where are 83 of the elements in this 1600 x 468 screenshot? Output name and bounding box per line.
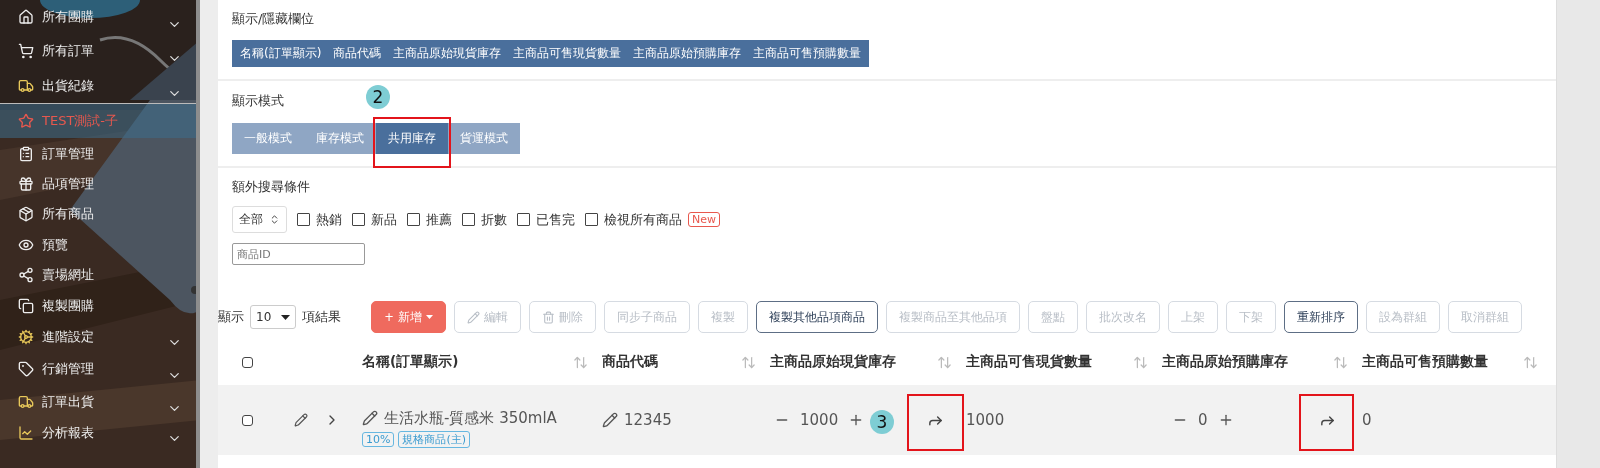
- checkbox-label: 新品: [371, 210, 397, 229]
- menu-icon: [18, 267, 34, 283]
- checkbox[interactable]: [462, 213, 475, 226]
- column-header: 名稱(訂單顯示): [362, 353, 459, 371]
- page-size-select[interactable]: 10: [250, 305, 297, 329]
- caret-icon: [281, 314, 291, 320]
- row-checkbox[interactable]: [241, 414, 253, 426]
- section-title: 額外搜尋條件: [232, 178, 311, 196]
- checkbox[interactable]: [517, 213, 530, 226]
- pencil-icon[interactable]: [294, 413, 308, 427]
- pencil-icon[interactable]: [362, 410, 378, 426]
- section-title: 顯示模式: [232, 92, 284, 110]
- column-header: 主商品可售現貨數量: [966, 353, 1092, 371]
- menu-icon: [18, 9, 34, 25]
- column-toggle[interactable]: 主商品可售現貨數量: [507, 40, 628, 67]
- checkbox-label: 熱銷: [316, 210, 342, 229]
- sidebar-item[interactable]: 行銷管理: [0, 352, 196, 385]
- menu-icon: [18, 43, 34, 59]
- sidebar-item[interactable]: 所有商品: [0, 199, 196, 229]
- product-tag: 10%: [362, 431, 395, 447]
- select-arrows-icon: [269, 214, 280, 225]
- sidebar-item[interactable]: 品項管理: [0, 169, 196, 199]
- product-code: 12345: [624, 411, 672, 429]
- toolbar-button[interactable]: 複製其他品項商品: [755, 301, 878, 333]
- menu-icon: [18, 77, 34, 94]
- menu-icon: [18, 113, 34, 129]
- column-header: 主商品可售預購數量: [1362, 353, 1488, 371]
- checkbox[interactable]: [352, 213, 365, 226]
- toolbar-button[interactable]: + 新增: [371, 301, 446, 333]
- available-stock: 1000: [966, 411, 1005, 429]
- page-size-label: 項結果: [302, 308, 342, 326]
- column-header: 主商品原始現貨庫存: [770, 353, 896, 371]
- checkbox-label: 檢視所有商品: [604, 210, 682, 229]
- menu-icon: [18, 393, 34, 410]
- column-header: 主商品原始預購庫存: [1162, 353, 1288, 371]
- menu-icon: [18, 176, 34, 192]
- column-toggle[interactable]: 名稱(訂單顯示): [234, 40, 328, 67]
- checkbox-label: 推薦: [426, 210, 452, 229]
- sidebar-item[interactable]: 複製團購: [0, 290, 196, 321]
- sidebar-item[interactable]: 所有訂單: [0, 34, 196, 68]
- menu-icon: [18, 297, 34, 314]
- toolbar-button[interactable]: 重新排序: [1283, 301, 1358, 333]
- step-marker: 3: [870, 410, 894, 434]
- checkbox-label: 已售完: [536, 210, 575, 229]
- sidebar-item[interactable]: 分析報表: [0, 418, 196, 448]
- pencil-icon: [466, 310, 480, 324]
- sidebar-item[interactable]: 進階設定: [0, 321, 196, 352]
- section-title: 顯示/隱藏欄位: [232, 10, 316, 28]
- sidebar-item[interactable]: 訂單管理: [0, 138, 196, 169]
- menu-icon: [18, 360, 34, 377]
- checkbox[interactable]: [297, 213, 310, 226]
- product-name: 生活水瓶-質感米 350mlA: [384, 408, 557, 428]
- menu-icon: [18, 145, 34, 162]
- column-header: 商品代碼: [602, 353, 658, 371]
- column-toggle[interactable]: 主商品原始現貨庫存: [387, 40, 508, 67]
- menu-icon: [18, 206, 34, 222]
- mode-tab[interactable]: 共用庫存: [376, 123, 448, 154]
- pencil-icon[interactable]: [602, 412, 618, 428]
- sidebar-item[interactable]: 賣場網址: [0, 260, 196, 290]
- column-toggle[interactable]: 主商品可售預購數量: [747, 40, 868, 67]
- checkbox[interactable]: [407, 213, 420, 226]
- product-tag: 規格商品(主): [398, 430, 471, 448]
- step-marker: 2: [366, 85, 390, 109]
- scope-select[interactable]: 全部: [232, 206, 287, 233]
- product-id-field[interactable]: 商品ID: [232, 243, 365, 265]
- caret-icon: [425, 315, 433, 319]
- available-preorder: 0: [1362, 411, 1372, 429]
- menu-icon: [18, 425, 34, 441]
- column-toggle[interactable]: 主商品原始預購庫存: [627, 40, 748, 67]
- sidebar-item[interactable]: 預覽: [0, 229, 196, 260]
- menu-icon: [18, 328, 34, 345]
- stock-value: 1000: [800, 411, 839, 429]
- column-toggle[interactable]: 商品代碼: [327, 40, 388, 67]
- select-all-checkbox[interactable]: [241, 356, 253, 368]
- trash-icon: [541, 310, 555, 324]
- preorder-value: 0: [1198, 411, 1208, 429]
- sidebar-item[interactable]: 訂單出貨: [0, 385, 196, 418]
- sidebar-item[interactable]: 出貨紀錄: [0, 68, 196, 104]
- page-size-label: 顯示: [218, 308, 244, 326]
- checkbox[interactable]: [585, 213, 598, 226]
- sidebar-item[interactable]: 所有團購: [0, 0, 196, 34]
- checkbox-label: 折數: [481, 210, 507, 229]
- new-badge: New: [688, 212, 720, 227]
